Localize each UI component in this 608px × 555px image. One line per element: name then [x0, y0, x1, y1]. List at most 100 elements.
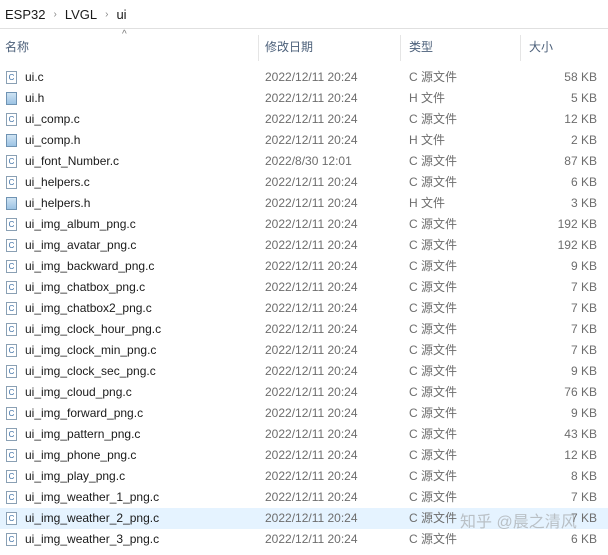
c-file-icon: C [6, 239, 17, 252]
file-type: C 源文件 [409, 154, 458, 168]
file-row[interactable]: C ui_img_album_png.c 2022/12/11 20:24 C … [0, 214, 608, 235]
column-resize-handle[interactable] [258, 35, 259, 61]
file-date: 2022/12/11 20:24 [265, 343, 358, 357]
file-row[interactable]: C ui_font_Number.c 2022/8/30 12:01 C 源文件… [0, 151, 608, 172]
file-name: ui_img_clock_hour_png.c [25, 322, 162, 336]
file-type: C 源文件 [409, 469, 458, 483]
file-row[interactable]: C ui_img_clock_min_png.c 2022/12/11 20:2… [0, 340, 608, 361]
file-row[interactable]: C ui_img_play_png.c 2022/12/11 20:24 C 源… [0, 466, 608, 487]
file-name: ui_img_backward_png.c [25, 259, 155, 273]
file-type: C 源文件 [409, 280, 458, 294]
file-row[interactable]: C ui_img_pattern_png.c 2022/12/11 20:24 … [0, 424, 608, 445]
chevron-right-icon: › [105, 8, 109, 20]
file-name: ui_img_avatar_png.c [25, 238, 137, 252]
file-size: 8 KB [570, 469, 597, 483]
c-file-icon: C [6, 281, 17, 294]
file-size: 76 KB [564, 385, 597, 399]
file-row[interactable]: C ui_img_avatar_png.c 2022/12/11 20:24 C… [0, 235, 608, 256]
file-type: C 源文件 [409, 406, 458, 420]
file-row[interactable]: C ui_img_chatbox_png.c 2022/12/11 20:24 … [0, 277, 608, 298]
file-row[interactable]: ui_comp.h 2022/12/11 20:24 H 文件 2 KB [0, 130, 608, 151]
file-row[interactable]: C ui_comp.c 2022/12/11 20:24 C 源文件 12 KB [0, 109, 608, 130]
file-size: 12 KB [564, 112, 597, 126]
file-row[interactable]: C ui_img_chatbox2_png.c 2022/12/11 20:24… [0, 298, 608, 319]
breadcrumb-ui[interactable]: ui [116, 7, 126, 22]
file-type: H 文件 [409, 196, 446, 210]
column-name[interactable]: 名称 [5, 31, 255, 63]
file-type: C 源文件 [409, 385, 458, 399]
file-row[interactable]: C ui_img_cloud_png.c 2022/12/11 20:24 C … [0, 382, 608, 403]
file-type: C 源文件 [409, 217, 458, 231]
file-size: 9 KB [570, 364, 597, 378]
file-row[interactable]: C ui_img_clock_hour_png.c 2022/12/11 20:… [0, 319, 608, 340]
file-size: 192 KB [557, 238, 597, 252]
file-row[interactable]: C ui_helpers.c 2022/12/11 20:24 C 源文件 6 … [0, 172, 608, 193]
file-date: 2022/12/11 20:24 [265, 448, 358, 462]
file-size: 6 KB [570, 175, 597, 189]
file-name: ui_img_chatbox_png.c [25, 280, 146, 294]
file-size: 7 KB [570, 490, 597, 504]
c-file-icon: C [6, 176, 17, 189]
file-row[interactable]: C ui_img_weather_1_png.c 2022/12/11 20:2… [0, 487, 608, 508]
c-file-icon: C [6, 71, 17, 84]
file-date: 2022/12/11 20:24 [265, 280, 358, 294]
header-file-icon [6, 197, 17, 210]
file-name: ui_img_weather_2_png.c [25, 511, 160, 525]
file-row[interactable]: C ui_img_forward_png.c 2022/12/11 20:24 … [0, 403, 608, 424]
c-file-icon: C [6, 113, 17, 126]
column-resize-handle[interactable] [400, 35, 401, 61]
file-type: C 源文件 [409, 322, 458, 336]
file-type: C 源文件 [409, 238, 458, 252]
file-name: ui_font_Number.c [25, 154, 120, 168]
file-size: 87 KB [564, 154, 597, 168]
file-date: 2022/12/11 20:24 [265, 259, 358, 273]
file-date: 2022/8/30 12:01 [265, 154, 352, 168]
column-header: ^ 名称 修改日期 类型 大小 [0, 29, 608, 63]
c-file-icon: C [6, 428, 17, 441]
file-type: C 源文件 [409, 70, 458, 84]
file-row[interactable]: C ui.c 2022/12/11 20:24 C 源文件 58 KB [0, 67, 608, 88]
breadcrumb-esp32[interactable]: ESP32 [5, 7, 45, 22]
file-date: 2022/12/11 20:24 [265, 364, 358, 378]
file-row[interactable]: C ui_img_clock_sec_png.c 2022/12/11 20:2… [0, 361, 608, 382]
divider [0, 28, 608, 29]
c-file-icon: C [6, 323, 17, 336]
file-name: ui_comp.h [25, 133, 81, 147]
file-row[interactable]: C ui_img_phone_png.c 2022/12/11 20:24 C … [0, 445, 608, 466]
column-type[interactable]: 类型 [409, 31, 514, 63]
c-file-icon: C [6, 491, 17, 504]
c-file-icon: C [6, 260, 17, 273]
file-name: ui.h [25, 91, 45, 105]
file-list: C ui.c 2022/12/11 20:24 C 源文件 58 KB ui.h… [0, 67, 608, 550]
file-type: C 源文件 [409, 364, 458, 378]
c-file-icon: C [6, 533, 17, 546]
watermark: 知乎 @晨之清风 [460, 514, 577, 531]
file-date: 2022/12/11 20:24 [265, 112, 358, 126]
file-row[interactable]: C ui_img_weather_3_png.c 2022/12/11 20:2… [0, 529, 608, 550]
file-row[interactable]: ui_helpers.h 2022/12/11 20:24 H 文件 3 KB [0, 193, 608, 214]
c-file-icon: C [6, 344, 17, 357]
file-size: 12 KB [564, 448, 597, 462]
file-row[interactable]: C ui_img_backward_png.c 2022/12/11 20:24… [0, 256, 608, 277]
file-name: ui_img_chatbox2_png.c [25, 301, 152, 315]
column-size[interactable]: 大小 [529, 31, 599, 63]
file-type: C 源文件 [409, 448, 458, 462]
column-resize-handle[interactable] [520, 35, 521, 61]
file-name: ui.c [25, 70, 44, 84]
file-date: 2022/12/11 20:24 [265, 175, 358, 189]
file-date: 2022/12/11 20:24 [265, 385, 358, 399]
c-file-icon: C [6, 218, 17, 231]
file-type: C 源文件 [409, 511, 458, 525]
file-name: ui_img_cloud_png.c [25, 385, 132, 399]
breadcrumb: ESP32 › LVGL › ui [5, 4, 127, 24]
column-modified[interactable]: 修改日期 [265, 31, 395, 63]
file-name: ui_img_play_png.c [25, 469, 126, 483]
c-file-icon: C [6, 407, 17, 420]
file-size: 3 KB [570, 196, 597, 210]
file-size: 7 KB [570, 343, 597, 357]
breadcrumb-lvgl[interactable]: LVGL [65, 7, 97, 22]
file-name: ui_img_pattern_png.c [25, 427, 141, 441]
chevron-right-icon: › [53, 8, 57, 20]
file-row[interactable]: ui.h 2022/12/11 20:24 H 文件 5 KB [0, 88, 608, 109]
file-size: 192 KB [557, 217, 597, 231]
